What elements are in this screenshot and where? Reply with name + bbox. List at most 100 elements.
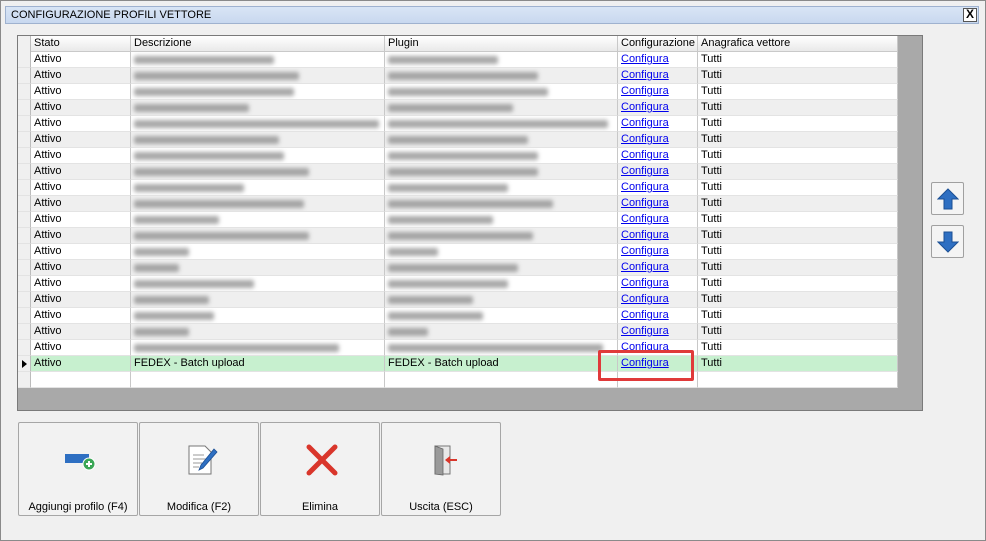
move-up-button[interactable]: [931, 182, 964, 215]
table-row[interactable]: Attivo Configura Tutti: [18, 196, 898, 212]
cell-descrizione: [131, 228, 385, 244]
configura-link[interactable]: Configura: [621, 197, 669, 209]
configura-link[interactable]: Configura: [621, 293, 669, 305]
row-selector[interactable]: [18, 116, 31, 132]
row-selector[interactable]: [18, 356, 31, 372]
row-selector[interactable]: [18, 180, 31, 196]
table-row[interactable]: Attivo Configura Tutti: [18, 212, 898, 228]
row-selector[interactable]: [18, 228, 31, 244]
configura-link[interactable]: Configura: [621, 133, 669, 145]
new-row[interactable]: [18, 372, 898, 388]
table-row[interactable]: Attivo Configura Tutti: [18, 276, 898, 292]
row-selector[interactable]: [18, 244, 31, 260]
configura-link[interactable]: Configura: [621, 277, 669, 289]
row-selector[interactable]: [18, 324, 31, 340]
row-selector[interactable]: [18, 292, 31, 308]
row-selector[interactable]: [18, 84, 31, 100]
row-selector[interactable]: [18, 52, 31, 68]
cell-configurazione: Configura: [618, 228, 698, 244]
table-row[interactable]: Attivo Configura Tutti: [18, 100, 898, 116]
configura-link[interactable]: Configura: [621, 53, 669, 65]
row-selector[interactable]: [18, 260, 31, 276]
configura-link[interactable]: Configura: [621, 229, 669, 241]
row-selector[interactable]: [18, 212, 31, 228]
cell-plugin: [385, 116, 618, 132]
cell-stato: Attivo: [31, 84, 131, 100]
cell-descrizione: [131, 164, 385, 180]
configura-link[interactable]: Configura: [621, 69, 669, 81]
row-selector[interactable]: [18, 68, 31, 84]
table-row[interactable]: Attivo Configura Tutti: [18, 244, 898, 260]
table-row[interactable]: Attivo Configura Tutti: [18, 52, 898, 68]
row-selector[interactable]: [18, 340, 31, 356]
header-corner: [18, 36, 31, 52]
redacted-text: [134, 232, 309, 240]
redacted-text: [388, 104, 513, 112]
column-header-plugin[interactable]: Plugin: [385, 36, 618, 52]
configura-link[interactable]: Configura: [621, 101, 669, 113]
row-selector[interactable]: [18, 100, 31, 116]
configura-link[interactable]: Configura: [621, 261, 669, 273]
configura-link[interactable]: Configura: [621, 85, 669, 97]
redacted-text: [134, 248, 189, 256]
row-selector[interactable]: [18, 164, 31, 180]
row-selector[interactable]: [18, 196, 31, 212]
cell-anagrafica-vettore: Tutti: [698, 212, 898, 228]
cell-plugin: [385, 228, 618, 244]
exit-button[interactable]: Uscita (ESC): [381, 422, 501, 516]
table-row[interactable]: Attivo Configura Tutti: [18, 292, 898, 308]
cell-configurazione: Configura: [618, 100, 698, 116]
configura-link[interactable]: Configura: [621, 165, 669, 177]
grid-header: Stato Descrizione Plugin Configurazione …: [18, 36, 898, 52]
cell-configurazione: Configura: [618, 292, 698, 308]
table-row[interactable]: Attivo Configura Tutti: [18, 132, 898, 148]
redacted-text: [134, 136, 279, 144]
cell-descrizione: [131, 324, 385, 340]
move-down-button[interactable]: [931, 225, 964, 258]
cell-stato: Attivo: [31, 356, 131, 372]
cell-configurazione: Configura: [618, 180, 698, 196]
table-row[interactable]: Attivo Configura Tutti: [18, 180, 898, 196]
cell-plugin: [385, 68, 618, 84]
row-selector[interactable]: [18, 276, 31, 292]
configura-link[interactable]: Configura: [621, 149, 669, 161]
delete-label: Elimina: [301, 501, 339, 513]
redacted-text: [134, 344, 339, 352]
add-profile-button[interactable]: Aggiungi profilo (F4): [18, 422, 138, 516]
edit-button[interactable]: Modifica (F2): [139, 422, 259, 516]
table-row[interactable]: Attivo Configura Tutti: [18, 116, 898, 132]
configura-link[interactable]: Configura: [621, 325, 669, 337]
cell-stato: Attivo: [31, 324, 131, 340]
column-header-anagrafica-vettore[interactable]: Anagrafica vettore: [698, 36, 898, 52]
cell-stato: Attivo: [31, 180, 131, 196]
delete-button[interactable]: Elimina: [260, 422, 380, 516]
table-row[interactable]: Attivo Configura Tutti: [18, 148, 898, 164]
cell-configurazione: Configura: [618, 244, 698, 260]
table-row[interactable]: Attivo Configura Tutti: [18, 68, 898, 84]
row-selector[interactable]: [18, 132, 31, 148]
configura-link[interactable]: Configura: [621, 245, 669, 257]
configura-link[interactable]: Configura: [621, 181, 669, 193]
configura-link[interactable]: Configura: [621, 213, 669, 225]
exit-door-icon: [434, 445, 457, 476]
configura-link[interactable]: Configura: [621, 309, 669, 321]
table-row[interactable]: Attivo Configura Tutti: [18, 324, 898, 340]
cell-descrizione: [131, 84, 385, 100]
row-selector[interactable]: [18, 308, 31, 324]
column-header-configurazione[interactable]: Configurazione: [618, 36, 698, 52]
table-row[interactable]: Attivo Configura Tutti: [18, 308, 898, 324]
column-header-stato[interactable]: Stato: [31, 36, 131, 52]
cell-anagrafica-vettore: Tutti: [698, 292, 898, 308]
close-button[interactable]: X: [963, 8, 977, 22]
table-row[interactable]: Attivo FEDEX - Batch upload FEDEX - Batch …: [18, 356, 898, 372]
column-header-descrizione[interactable]: Descrizione: [131, 36, 385, 52]
table-row[interactable]: Attivo Configura Tutti: [18, 164, 898, 180]
table-row[interactable]: Attivo Configura Tutti: [18, 340, 898, 356]
redacted-text: [388, 344, 603, 352]
table-row[interactable]: Attivo Configura Tutti: [18, 228, 898, 244]
cell-plugin: [385, 324, 618, 340]
row-selector[interactable]: [18, 148, 31, 164]
table-row[interactable]: Attivo Configura Tutti: [18, 260, 898, 276]
configura-link[interactable]: Configura: [621, 117, 669, 129]
table-row[interactable]: Attivo Configura Tutti: [18, 84, 898, 100]
